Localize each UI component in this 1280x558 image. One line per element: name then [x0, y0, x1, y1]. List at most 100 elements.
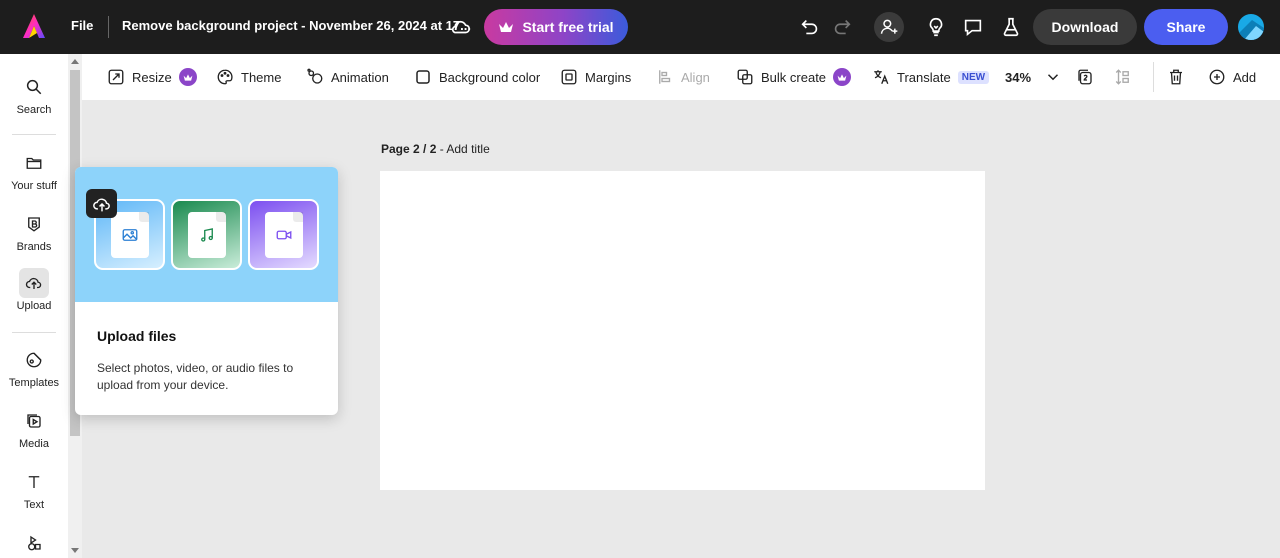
undo-button[interactable] [797, 14, 823, 40]
doc-shape [110, 211, 149, 258]
rail-label: Search [16, 104, 52, 116]
delete-button[interactable] [1167, 66, 1185, 88]
add-page-button[interactable]: Add [1208, 66, 1256, 88]
zoom-dropdown[interactable]: 34% [1005, 66, 1062, 88]
add-title-link[interactable]: - Add title [436, 142, 490, 156]
page-label: Page 2 / 2 - Add title [381, 142, 490, 156]
background-color-icon [416, 70, 430, 84]
rail-icon-wrap [19, 148, 49, 178]
ideas-button[interactable] [923, 14, 949, 40]
theme-label: Theme [241, 69, 282, 85]
media-icon [27, 414, 41, 428]
rail-item-elements[interactable] [0, 528, 68, 558]
rail-label: Brands [16, 241, 52, 253]
lightbulb-icon [929, 17, 943, 37]
bulk-create-icon [737, 69, 753, 85]
bulk-create-button[interactable]: Bulk create [736, 66, 852, 88]
video-file-icon [276, 230, 291, 239]
design-page-canvas[interactable] [380, 171, 985, 490]
rail-label: Upload [16, 300, 52, 312]
flask-icon [1003, 17, 1019, 37]
rail-label: Media [19, 438, 49, 450]
doc-shape [264, 211, 303, 258]
resize-button[interactable]: Resize [107, 66, 197, 88]
toolbar-divider [1153, 62, 1154, 92]
top-bar: File Remove background project - Novembe… [0, 0, 1280, 54]
rail-item-templates[interactable]: Templates [0, 345, 68, 389]
invite-button[interactable] [874, 12, 904, 42]
translate-icon [874, 70, 889, 85]
rail-icon-wrap [19, 528, 49, 558]
palette-icon [217, 69, 233, 85]
theme-button[interactable]: Theme [216, 66, 281, 88]
scroll-down-arrow-icon[interactable] [71, 548, 79, 553]
pages-button[interactable] [1076, 66, 1094, 88]
rail-label: Text [23, 499, 45, 511]
margins-label: Margins [585, 69, 632, 85]
upload-hero-illustration [75, 167, 338, 302]
undo-icon [801, 19, 818, 35]
grid-button[interactable] [1114, 66, 1132, 88]
resize-icon [108, 69, 124, 85]
page-indicator: Page 2 / 2 [381, 142, 437, 156]
divider [108, 16, 109, 38]
rail-item-brands[interactable]: Brands [0, 209, 68, 253]
align-button[interactable]: Align [656, 66, 710, 88]
background-color-button[interactable]: Background color [414, 66, 540, 88]
search-icon [26, 79, 42, 95]
chevron-down-icon [1048, 74, 1059, 81]
redo-button[interactable] [829, 14, 855, 40]
premium-crown-icon [178, 68, 197, 86]
scroll-up-arrow-icon[interactable] [71, 59, 79, 64]
download-button[interactable]: Download [1033, 9, 1137, 45]
margins-button[interactable]: Margins [560, 66, 631, 88]
image-file-icon [122, 228, 137, 241]
doc-shape [187, 211, 226, 258]
align-label: Align [681, 69, 710, 85]
animation-button[interactable]: Animation [306, 66, 389, 88]
rail-label: Your stuff [11, 180, 57, 192]
rail-label: Templates [8, 377, 60, 389]
bulk-create-label: Bulk create [761, 69, 827, 85]
file-menu-button[interactable]: File [71, 18, 93, 33]
adobe-express-logo[interactable] [22, 13, 46, 39]
translate-label: Translate [897, 69, 951, 85]
rail-item-upload[interactable]: Upload [0, 268, 68, 312]
brand-icon [28, 217, 40, 232]
invite-icon [880, 19, 898, 34]
trash-icon [1170, 69, 1182, 85]
popup-description: Select photos, video, or audio files to … [97, 361, 294, 392]
rail-icon-wrap [19, 406, 49, 436]
labs-button[interactable] [998, 14, 1024, 40]
left-rail: Search Your stuff Brands Upload Template… [0, 54, 68, 558]
start-free-trial-button[interactable]: Start free trial [484, 9, 628, 45]
rail-icon-wrap [19, 72, 49, 102]
rail-item-your-stuff[interactable]: Your stuff [0, 148, 68, 192]
cloud-icon[interactable] [450, 16, 472, 38]
audio-file-tile [171, 199, 242, 270]
rail-icon-wrap [19, 467, 49, 497]
avatar[interactable] [1236, 12, 1266, 42]
background-color-label: Background color [439, 69, 541, 85]
document-title[interactable]: Remove background project - November 26,… [122, 18, 471, 33]
rail-item-text[interactable]: Text [0, 467, 68, 511]
rail-separator [12, 134, 56, 135]
upload-files-popover[interactable]: Upload files Select photos, video, or au… [75, 167, 338, 415]
upload-icon [25, 277, 42, 289]
rail-item-search[interactable]: Search [0, 72, 68, 116]
translate-button[interactable]: Translate NEW [872, 66, 990, 88]
start-free-trial-label: Start free trial [522, 19, 614, 35]
templates-icon [26, 352, 42, 368]
audio-file-icon [200, 227, 213, 242]
pages-icon [1078, 69, 1092, 85]
animation-label: Animation [331, 69, 389, 85]
elements-icon [28, 535, 41, 551]
text-icon [28, 476, 40, 488]
crown-icon [499, 22, 514, 32]
editor-toolbar: Resize Theme Animation Background color … [82, 54, 1280, 100]
comments-button[interactable] [960, 14, 986, 40]
align-icon [659, 70, 671, 84]
share-button[interactable]: Share [1144, 9, 1228, 45]
cloud-upload-icon [92, 197, 110, 211]
rail-item-media[interactable]: Media [0, 406, 68, 450]
